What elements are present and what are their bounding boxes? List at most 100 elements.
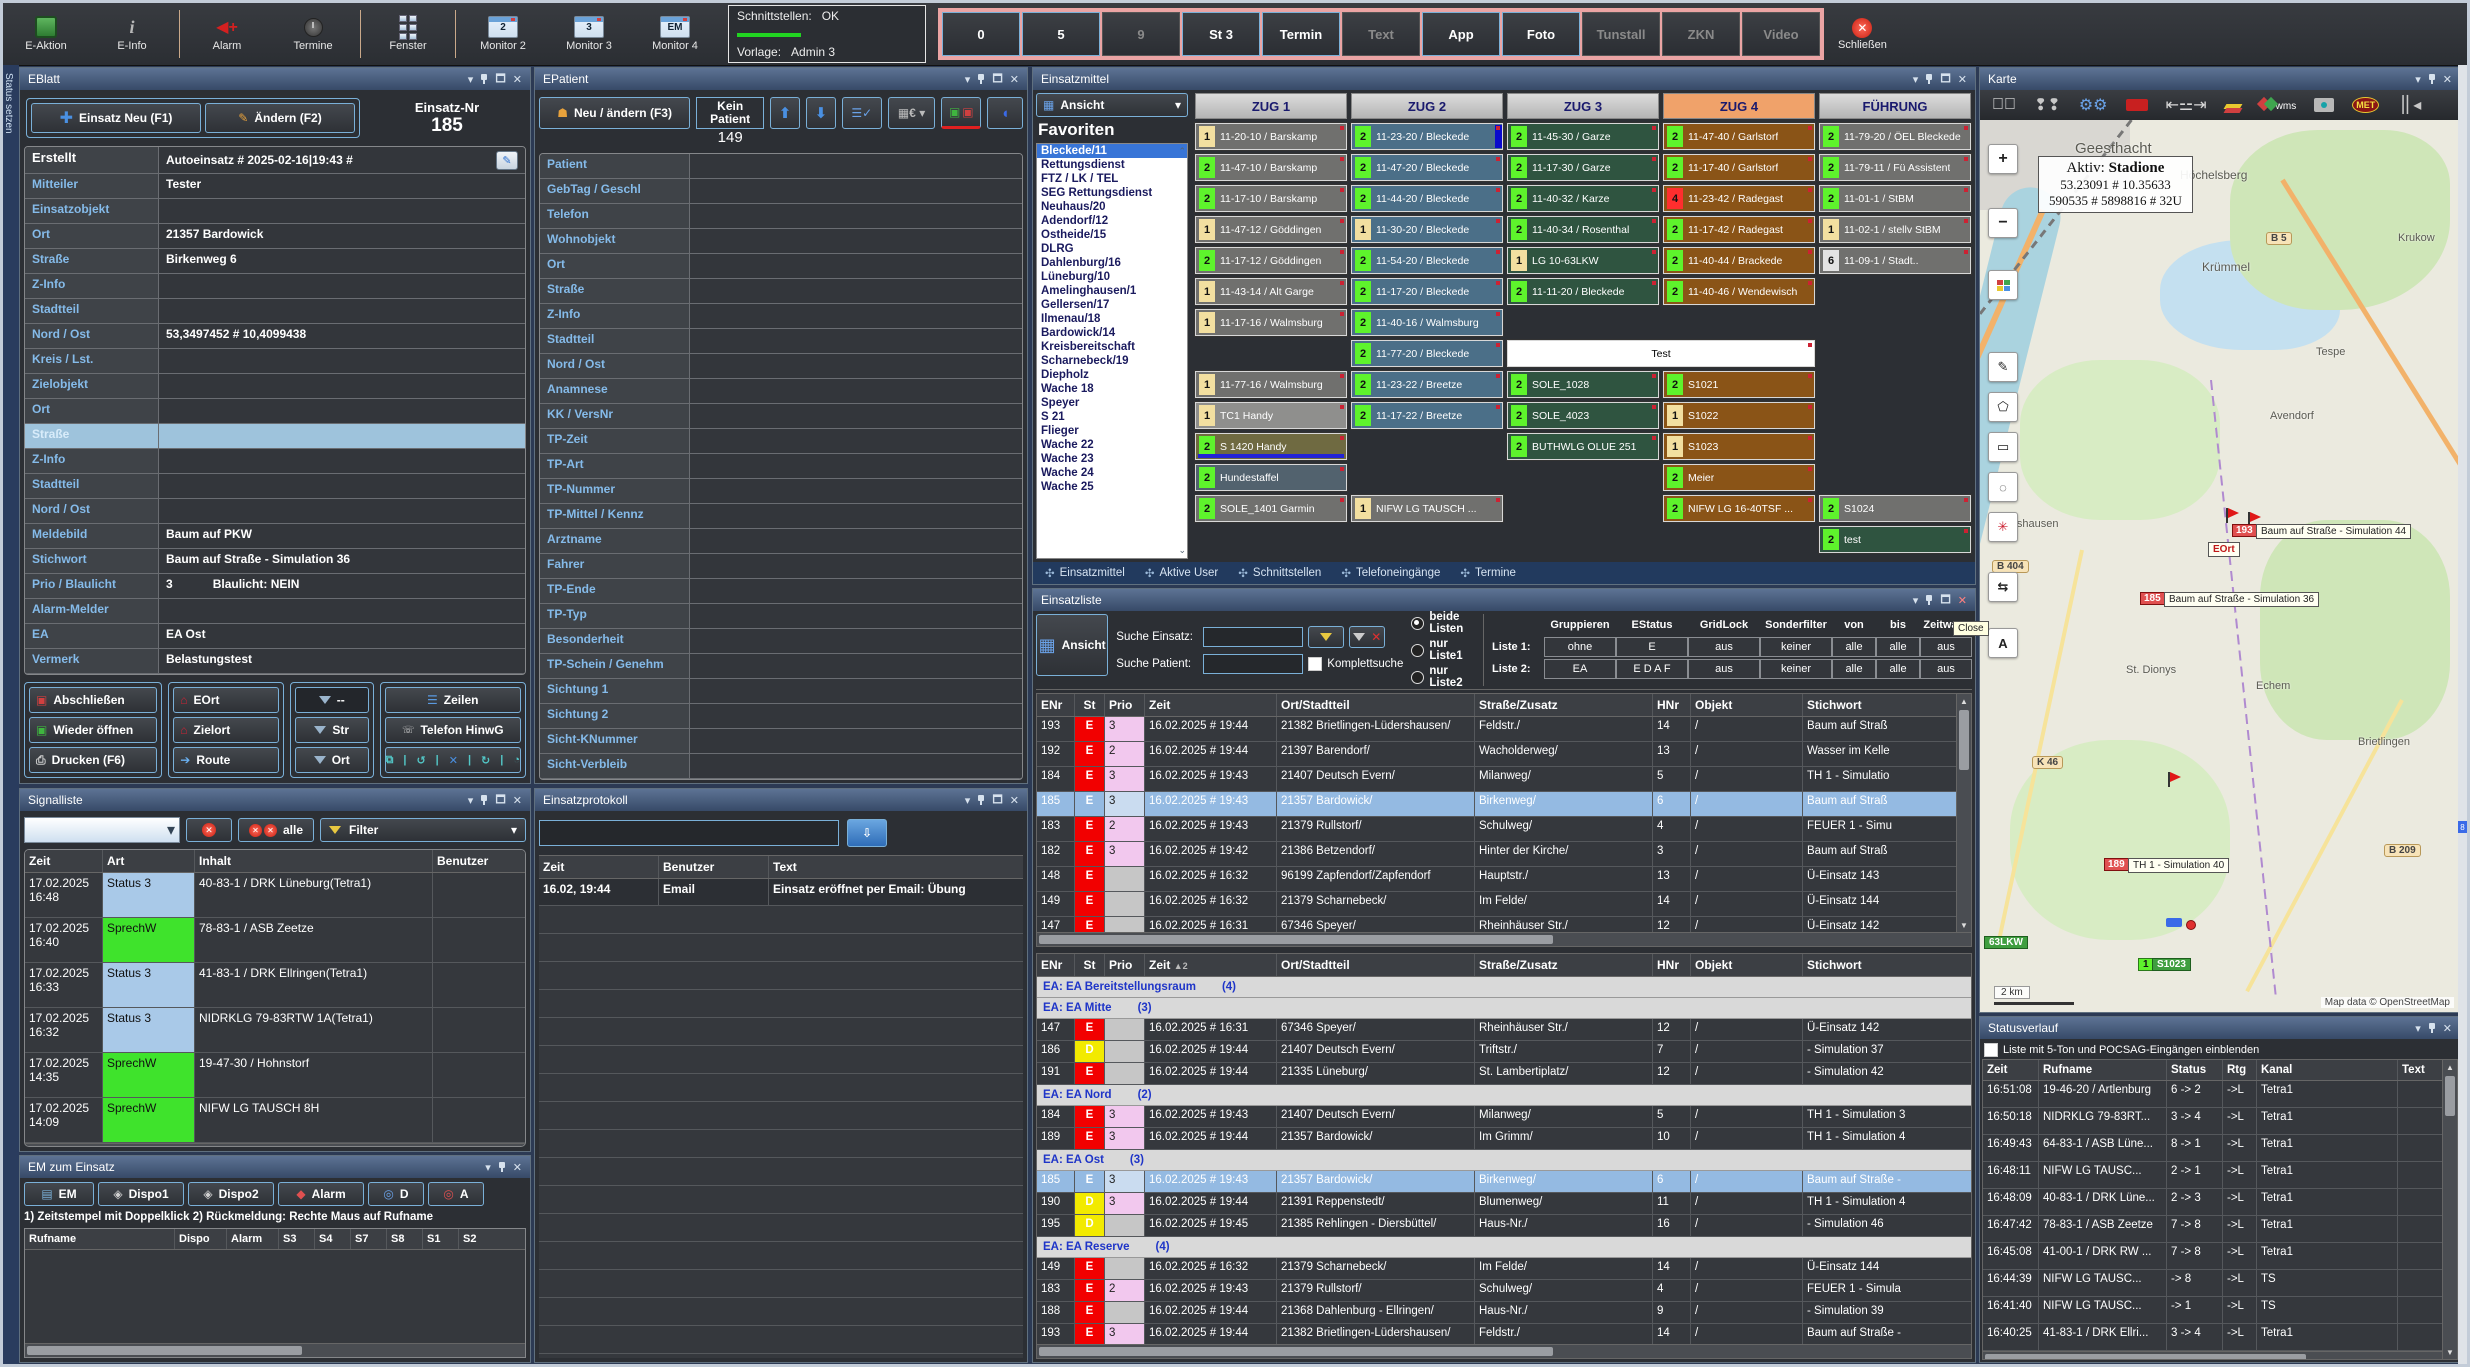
field-row[interactable]: TP-Mittel / Kennz xyxy=(540,504,1022,529)
favorite-item[interactable]: Rettungsdienst xyxy=(1037,158,1187,172)
pin-icon[interactable] xyxy=(977,795,985,805)
layers-icon[interactable] xyxy=(2225,96,2241,114)
pin-icon[interactable] xyxy=(498,1162,506,1172)
signal-filter-dropdown[interactable]: ▾ xyxy=(24,817,180,843)
field-row[interactable]: Sichtung 2 xyxy=(540,704,1022,729)
unit-tile[interactable]: 4 11-23-42 / Radegast xyxy=(1663,185,1815,212)
favorite-item[interactable]: Bardowick/14 xyxy=(1037,326,1187,340)
filter-none-button[interactable]: -- xyxy=(295,687,369,713)
einsatz-row[interactable]: 147E16.02.2025 # 16:3167346 Speyer/Rhein… xyxy=(1037,1019,1971,1041)
pin-icon[interactable] xyxy=(480,74,488,84)
zug-column-header[interactable]: ZUG 4 xyxy=(1663,93,1815,119)
einsatz-row[interactable]: 149E16.02.2025 # 16:3221379 Scharnebeck/… xyxy=(1037,1258,1971,1280)
e-aktion-button[interactable]: E-Aktion xyxy=(3,6,89,62)
favorite-item[interactable]: S 21 xyxy=(1037,410,1187,424)
field-row[interactable]: KK / VersNr xyxy=(540,404,1022,429)
draw-polygon-button[interactable]: ⬠ xyxy=(1988,392,2018,422)
raster-layers-button[interactable] xyxy=(1988,270,2018,300)
field-row[interactable]: Anamnese xyxy=(540,379,1022,404)
close-icon[interactable]: ✕ xyxy=(2443,73,2452,86)
filter-cell[interactable]: keiner xyxy=(1760,637,1832,657)
field-row[interactable]: Mitteiler Tester xyxy=(25,174,525,199)
einsatz-row[interactable]: 185E316.02.2025 # 19:4321357 Bardowick/B… xyxy=(1037,1171,1971,1193)
field-row[interactable]: Prio / Blaulicht 3Blaulicht: NEIN xyxy=(25,574,525,599)
komplettsuche-checkbox[interactable] xyxy=(1308,657,1322,671)
unit-tile[interactable]: 2 test xyxy=(1819,526,1971,553)
unit-tile[interactable]: 2 11-17-30 / Garze xyxy=(1507,154,1659,181)
dispo2-button[interactable]: ◈Dispo2 xyxy=(188,1182,274,1206)
dropdown-icon[interactable]: ▾ xyxy=(485,1161,491,1174)
field-row[interactable]: Ort xyxy=(25,399,525,424)
einsatz-row[interactable]: 147 E 16.02.2025 # 16:31 67346 Speyer/ R… xyxy=(1037,917,1956,932)
unit-tile[interactable]: 2 11-47-20 / Bleckede xyxy=(1351,154,1503,181)
unit-tile[interactable]: 2 11-45-30 / Garze xyxy=(1507,123,1659,150)
unit-tile[interactable]: Test xyxy=(1507,340,1815,367)
field-row[interactable]: TP-Art xyxy=(540,454,1022,479)
status-row[interactable]: 16:45:08 41-00-1 / DRK RW ... 7 -> 8 ->L… xyxy=(1983,1243,2442,1270)
filter-cell[interactable]: aus xyxy=(1688,637,1760,657)
route-button[interactable]: ➔Route xyxy=(173,747,279,773)
unit-tile[interactable]: 2 Meier xyxy=(1663,464,1815,491)
vehicle-follow-icon[interactable]: ⇤⚍⇥ xyxy=(2166,95,2207,115)
field-row[interactable]: TP-Nummer xyxy=(540,479,1022,504)
alarm-button[interactable]: ◀+Alarm xyxy=(184,6,270,62)
unit-tile[interactable]: 2 11-17-20 / Bleckede xyxy=(1351,278,1503,305)
quick-status-button[interactable]: ZKN xyxy=(1662,12,1740,56)
field-row[interactable]: Vermerk Belastungstest xyxy=(25,649,525,674)
dropdown-icon[interactable]: ▾ xyxy=(1913,73,1919,86)
close-icon[interactable]: ✕ xyxy=(1010,73,1019,86)
met-icon[interactable]: MET xyxy=(2352,97,2379,113)
horizontal-scrollbar[interactable] xyxy=(1037,1344,1971,1358)
ansicht-button[interactable]: ▦Ansicht▾ xyxy=(1036,93,1188,117)
filter-cell[interactable]: aus xyxy=(1688,659,1760,679)
suche-einsatz-input[interactable] xyxy=(1203,627,1303,647)
gears-icon[interactable]: ⚙⚙ xyxy=(2079,95,2108,115)
einsatz-row[interactable]: 149 E 16.02.2025 # 16:32 21379 Scharnebe… xyxy=(1037,892,1956,917)
status-row[interactable]: 16:49:43 64-83-1 / ASB Lüne... 8 -> 1 ->… xyxy=(1983,1135,2442,1162)
signal-row[interactable]: 17.02.2025 14:35 SprechW 19-47-30 / Hohn… xyxy=(25,1053,525,1098)
pin-icon[interactable] xyxy=(2428,1023,2436,1033)
edit-pencil-button[interactable]: ✎ xyxy=(496,151,518,170)
protokoll-submit-button[interactable]: ⇩ xyxy=(847,819,887,847)
field-row[interactable]: Stadtteil xyxy=(25,299,525,324)
a-button[interactable]: ◎A xyxy=(428,1182,484,1206)
favorite-item[interactable]: Wache 25 xyxy=(1037,480,1187,494)
einsatz-row[interactable]: 183 E 2 16.02.2025 # 19:43 21379 Rullsto… xyxy=(1037,817,1956,842)
list2-header[interactable]: ENrStPrioZeit ▲2Ort/StadtteilStraße/Zusa… xyxy=(1037,954,1971,977)
quick-status-button[interactable]: 9 xyxy=(1102,12,1180,56)
maximize-icon[interactable]: 🗖 xyxy=(992,791,1002,810)
filter-cell[interactable]: alle xyxy=(1876,637,1920,657)
abschliessen-button[interactable]: ▣Abschließen xyxy=(29,687,157,713)
pin-icon[interactable] xyxy=(2428,74,2436,84)
draw-pencil-button[interactable]: ✎ xyxy=(1988,352,2018,382)
radio-nur-liste1[interactable]: nur Liste1 xyxy=(1411,638,1475,662)
unit-tile[interactable]: 2 S1024 xyxy=(1819,495,1971,522)
zeilen-button[interactable]: ☰Zeilen xyxy=(385,687,521,713)
protokoll-row[interactable]: 16.02, 19:44 Email Einsatz eröffnet per … xyxy=(539,879,1023,906)
maximize-icon[interactable]: 🗖 xyxy=(1940,70,1950,89)
field-row[interactable]: TP-Typ xyxy=(540,604,1022,629)
field-row[interactable]: TP-Zeit xyxy=(540,429,1022,454)
unit-tile[interactable]: 2 SOLE_1401 Garmin xyxy=(1195,495,1347,522)
dropdown-icon[interactable]: ▾ xyxy=(2415,73,2421,86)
filter-cell[interactable]: aus xyxy=(1920,637,1972,657)
unit-tile[interactable]: 2 11-11-20 / Bleckede xyxy=(1507,278,1659,305)
zug-column-header[interactable]: ZUG 3 xyxy=(1507,93,1659,119)
field-row[interactable]: Patient xyxy=(540,154,1022,179)
share-icon[interactable]: ⧉ xyxy=(386,754,394,767)
signal-row[interactable]: 17.02.2025 16:40 SprechW 78-83-1 / ASB Z… xyxy=(25,918,525,963)
field-row[interactable]: Nord / Ost 53,3497452 # 10,4099438 xyxy=(25,324,525,349)
bottom-tab[interactable]: ✣Telefoneingänge xyxy=(1333,564,1448,582)
schliessen-button[interactable]: ✕ Schließen xyxy=(1838,18,1887,51)
filter-cell[interactable]: keiner xyxy=(1760,659,1832,679)
unit-tile[interactable]: 2 11-54-20 / Bleckede xyxy=(1351,247,1503,274)
draw-circle-button[interactable]: ◌ xyxy=(1988,472,2018,502)
unit-tile[interactable]: 2 11-23-22 / Breetze xyxy=(1351,371,1503,398)
favorite-item[interactable]: Wache 22 xyxy=(1037,438,1187,452)
einsatz-row[interactable]: 148 E 16.02.2025 # 16:32 96199 Zapfendor… xyxy=(1037,867,1956,892)
field-row[interactable]: Sichtung 1 xyxy=(540,679,1022,704)
maximize-icon[interactable]: 🗖 xyxy=(992,70,1002,89)
filter-cell[interactable]: alle xyxy=(1876,659,1920,679)
field-row[interactable]: Alarm-Melder xyxy=(25,599,525,624)
filter-cell[interactable]: alle xyxy=(1832,637,1876,657)
